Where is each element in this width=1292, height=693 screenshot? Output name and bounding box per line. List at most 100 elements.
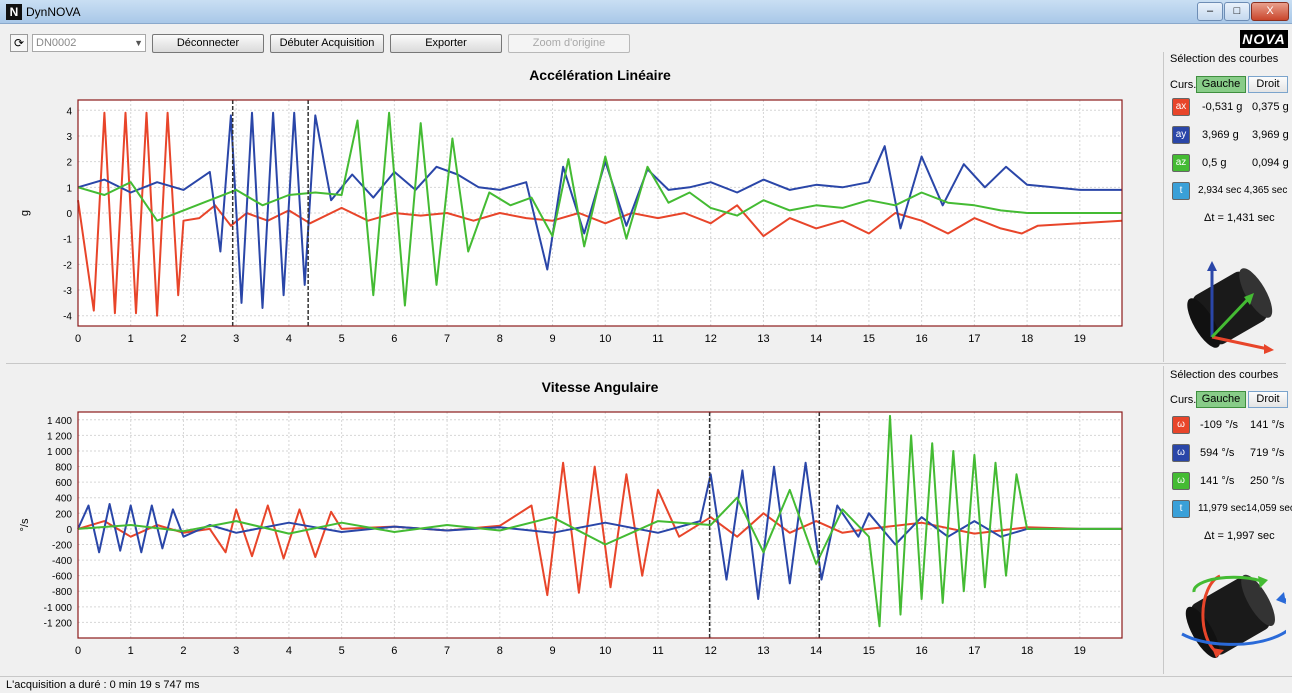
x-tick-label: 18: [1021, 333, 1033, 345]
y-tick-label: 1: [66, 183, 72, 194]
chart-title: Accélération Linéaire: [529, 67, 671, 83]
cursor-left-value: 11,979 sec: [1198, 503, 1247, 514]
cursor-left-value: 3,969 g: [1202, 129, 1239, 141]
cursor-right-value: 719 °/s: [1250, 447, 1285, 459]
x-tick-label: 2: [180, 333, 186, 345]
x-tick-label: 5: [339, 645, 345, 657]
cursor-right-value: 250 °/s: [1250, 475, 1285, 487]
accel-curve-selection: Sélection des courbes Curs. Gauche Droit…: [1163, 52, 1289, 362]
y-tick-label: 4: [66, 106, 72, 117]
curve-toggle-wx[interactable]: ω: [1172, 416, 1190, 434]
curve-toggle-wz[interactable]: ω: [1172, 472, 1190, 490]
x-tick-label: 6: [391, 333, 397, 345]
export-button[interactable]: Exporter: [390, 34, 502, 53]
cursor-left-value: 141 °/s: [1200, 475, 1235, 487]
x-tick-label: 14: [810, 645, 822, 657]
y-tick-label: 200: [55, 509, 72, 520]
cursor-left-value: -109 °/s: [1200, 419, 1239, 431]
cursor-right-value: 0,375 g: [1252, 101, 1289, 113]
app-logo-icon: N: [6, 4, 22, 20]
y-tick-label: -200: [52, 540, 72, 551]
y-tick-label: -1 000: [44, 603, 73, 614]
x-tick-label: 16: [916, 333, 928, 345]
delta-time: Δt = 1,431 sec: [1204, 212, 1275, 224]
y-tick-label: -2: [63, 260, 72, 271]
chart-title: Vitesse Angulaire: [542, 379, 659, 395]
curve-toggle-ax[interactable]: ax: [1172, 98, 1190, 116]
cursor-right-value: 141 °/s: [1250, 419, 1285, 431]
cursor-label: Curs.: [1170, 394, 1197, 406]
y-tick-label: 400: [55, 494, 72, 505]
x-tick-label: 12: [705, 333, 717, 345]
gyro-rotation-diagram: [1181, 574, 1286, 658]
cursor-left-value: 2,934 sec: [1198, 185, 1242, 196]
curve-selection-title: Sélection des courbes: [1170, 53, 1279, 65]
x-tick-label: 9: [549, 333, 555, 345]
curve-selection-title: Sélection des courbes: [1170, 369, 1279, 381]
x-tick-label: 16: [916, 645, 928, 657]
y-tick-label: 1 400: [47, 416, 72, 427]
x-tick-label: 11: [652, 645, 663, 657]
x-tick-label: 4: [286, 645, 292, 657]
refresh-icon[interactable]: ⟳: [10, 34, 28, 52]
cursor-right-button[interactable]: Droit: [1248, 391, 1288, 408]
x-tick-label: 1: [128, 645, 134, 657]
x-tick-label: 15: [863, 645, 875, 657]
y-tick-label: -3: [63, 286, 72, 297]
y-tick-label: -400: [52, 556, 72, 567]
cursor-label: Curs.: [1170, 79, 1197, 91]
device-select[interactable]: DN0002 ▼: [32, 34, 146, 52]
x-tick-label: 9: [549, 645, 555, 657]
y-tick-label: 3: [66, 132, 72, 143]
x-tick-label: 3: [233, 645, 239, 657]
device-select-value: DN0002: [36, 37, 77, 49]
maximize-button[interactable]: □: [1224, 2, 1250, 21]
close-button[interactable]: X: [1251, 2, 1289, 21]
start-acquisition-button[interactable]: Débuter Acquisition: [270, 34, 384, 53]
gyro-chart[interactable]: Vitesse Angulaire0 1 2 3 4 5 6 7 8 9 10 11 12 13 14 15 1…: [6, 368, 1156, 674]
disconnect-button[interactable]: Déconnecter: [152, 34, 264, 53]
y-tick-label: 0: [66, 525, 72, 536]
cursor-left-button[interactable]: Gauche: [1196, 391, 1246, 408]
x-tick-label: 14: [810, 333, 822, 345]
title-bar: N DynNOVA – □ X: [0, 0, 1292, 24]
x-tick-label: 17: [968, 645, 980, 657]
x-tick-label: 12: [705, 645, 717, 657]
cursor-right-value: 14,059 sec: [1246, 503, 1292, 514]
x-tick-label: 13: [757, 333, 769, 345]
x-tick-label: 0: [75, 333, 81, 345]
cursor-right-button[interactable]: Droit: [1248, 76, 1288, 93]
x-tick-label: 18: [1021, 645, 1033, 657]
x-tick-label: 8: [497, 645, 503, 657]
y-tick-label: 1 000: [47, 447, 72, 458]
x-tick-label: 3: [233, 333, 239, 345]
plot-area: [78, 412, 1122, 638]
curve-toggle-time[interactable]: t: [1172, 182, 1190, 200]
delta-time: Δt = 1,997 sec: [1204, 530, 1275, 542]
x-tick-label: 6: [391, 645, 397, 657]
y-tick-label: -800: [52, 587, 72, 598]
cursor-left-value: 0,5 g: [1202, 157, 1227, 169]
panel-divider: [6, 363, 1286, 364]
y-tick-label: 800: [55, 463, 72, 474]
cursor-left-value: -0,531 g: [1202, 101, 1243, 113]
accel-chart-panel: Accélération Linéaire 0 1 2 3 4 5 6 7 8 9 10 11 12 13 1…: [6, 56, 1156, 362]
status-bar: L'acquisition a duré : 0 min 19 s 747 ms: [0, 676, 1292, 693]
curve-toggle-ay[interactable]: ay: [1172, 126, 1190, 144]
x-tick-label: 4: [286, 333, 292, 345]
cursor-left-value: 594 °/s: [1200, 447, 1235, 459]
minimize-button[interactable]: –: [1197, 2, 1223, 21]
accel-chart[interactable]: Accélération Linéaire0 1 2 3 4 5 6 7 8 9 10 11 12 13 1…: [6, 56, 1156, 362]
curve-toggle-time[interactable]: t: [1172, 500, 1190, 518]
x-tick-label: 19: [1074, 333, 1086, 345]
y-tick-label: 1 200: [47, 431, 72, 442]
curve-toggle-wy[interactable]: ω: [1172, 444, 1190, 462]
gyro-curve-selection: Sélection des courbes Curs. Gauche Droit…: [1163, 366, 1292, 674]
zoom-origin-button[interactable]: Zoom d'origine: [508, 34, 630, 53]
y-axis-label: g: [19, 210, 31, 216]
x-tick-label: 15: [863, 333, 875, 345]
y-tick-label: -1 200: [44, 618, 73, 629]
y-axis-label: °/s: [19, 518, 31, 531]
curve-toggle-az[interactable]: az: [1172, 154, 1190, 172]
cursor-left-button[interactable]: Gauche: [1196, 76, 1246, 93]
